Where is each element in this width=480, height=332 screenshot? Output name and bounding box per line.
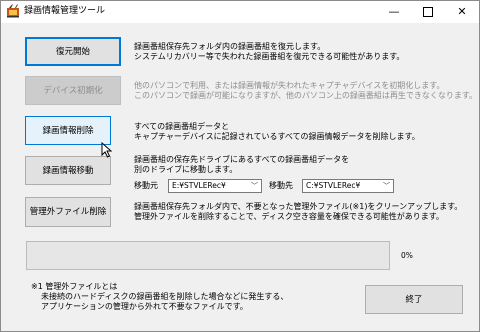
destination-drive-select[interactable]: C:¥STVLERec¥ ﹀ [302,179,394,193]
restore-description-line: 録画番組保存先フォルダ内の録画番組を復元します。 [134,42,326,51]
restore-start-button[interactable]: 復元開始 [25,37,121,66]
move-description: 録画番組の保存先ドライブにあるすべての録画番組データを 別のドライブに移動します… [134,155,349,175]
main-window: 録画情報管理ツール — ✕ 復元開始 録画番組保存先フォルダ内の録画番組を復元し… [0,0,480,332]
delete-recording-info-label: 録画情報削除 [42,125,94,136]
unmanaged-file-delete-label: 管理外ファイル削除 [29,207,107,217]
exit-label: 終了 [405,294,423,305]
progress-bar [26,241,390,270]
move-recording-info-button[interactable]: 録画情報移動 [25,156,111,185]
restore-description-line: システムリカバリー等で失われた録画番組を復元できる可能性があります。 [134,52,405,61]
app-icon [7,4,19,18]
source-drive-value: E:¥STVLERec¥ [172,181,226,190]
device-init-description-line: このパソコンで録画が可能になりますが、他のパソコン上の録画番組は再生できなくなり… [134,91,478,100]
unmanaged-description-line: 録画番組保存先フォルダ内で、不要となった管理外ファイル(※1)をクリーンアップし… [134,202,463,211]
chevron-down-icon: ﹀ [251,182,258,190]
maximize-button[interactable] [411,1,445,23]
delete-recording-info-button[interactable]: 録画情報削除 [25,116,111,145]
restore-description: 録画番組保存先フォルダ内の録画番組を復元します。 システムリカバリー等で失われた… [134,42,404,62]
move-description-line: 別のドライブに移動します。 [134,165,238,174]
unmanaged-description-line: 管理外ファイルを削除することで、ディスク空き容量を確保できる可能性があります。 [134,212,444,221]
progress-percent: 0% [401,251,413,260]
footnote-line: 未接続のハードディスクの録画番組を削除した場合などに発生する、 [41,292,289,301]
destination-label: 移動先 [269,181,293,190]
delete-description: すべての録画番組データと キャプチャーデバイスに記録されているすべての録画情報デ… [134,122,420,142]
source-drive-select[interactable]: E:¥STVLERec¥ ﹀ [168,179,262,193]
device-init-description: 他のパソコンで利用、または録画情報が失われたキャプチャデバイスを初期化します。 … [134,81,477,101]
mouse-cursor-icon [101,142,113,158]
footnote-line: アプリケーションの管理から外れて不要なファイルです。 [41,302,248,311]
device-init-button: デバイス初期化 [25,76,121,105]
minimize-button[interactable]: — [377,1,411,23]
delete-description-line: すべての録画番組データと [134,122,230,131]
destination-drive-value: C:¥STVLERec¥ [306,181,361,190]
move-description-line: 録画番組の保存先ドライブにあるすべての録画番組データを [134,155,350,164]
exit-button[interactable]: 終了 [365,285,463,314]
unmanaged-file-delete-button[interactable]: 管理外ファイル削除 [25,197,111,227]
source-label: 移動元 [134,181,158,190]
restore-start-label: 復元開始 [55,46,90,57]
move-recording-info-label: 録画情報移動 [42,165,94,176]
footnote-line: ※1 管理外ファイルとは [31,282,118,291]
footnote: ※1 管理外ファイルとは 未接続のハードディスクの録画番組を削除した場合などに発… [31,282,288,312]
window-title: 録画情報管理ツール [24,6,106,16]
delete-description-line: キャプチャーデバイスに記録されているすべての録画情報データを削除します。 [134,132,420,141]
title-bar[interactable]: 録画情報管理ツール — ✕ [1,1,479,23]
device-init-label: デバイス初期化 [43,85,103,96]
chevron-down-icon: ﹀ [383,182,390,190]
close-button[interactable]: ✕ [445,1,479,23]
maximize-icon [423,7,433,17]
unmanaged-description: 録画番組保存先フォルダ内で、不要となった管理外ファイル(※1)をクリーンアップし… [134,202,462,222]
device-init-description-line: 他のパソコンで利用、または録画情報が失われたキャプチャデバイスを初期化します。 [134,81,445,90]
